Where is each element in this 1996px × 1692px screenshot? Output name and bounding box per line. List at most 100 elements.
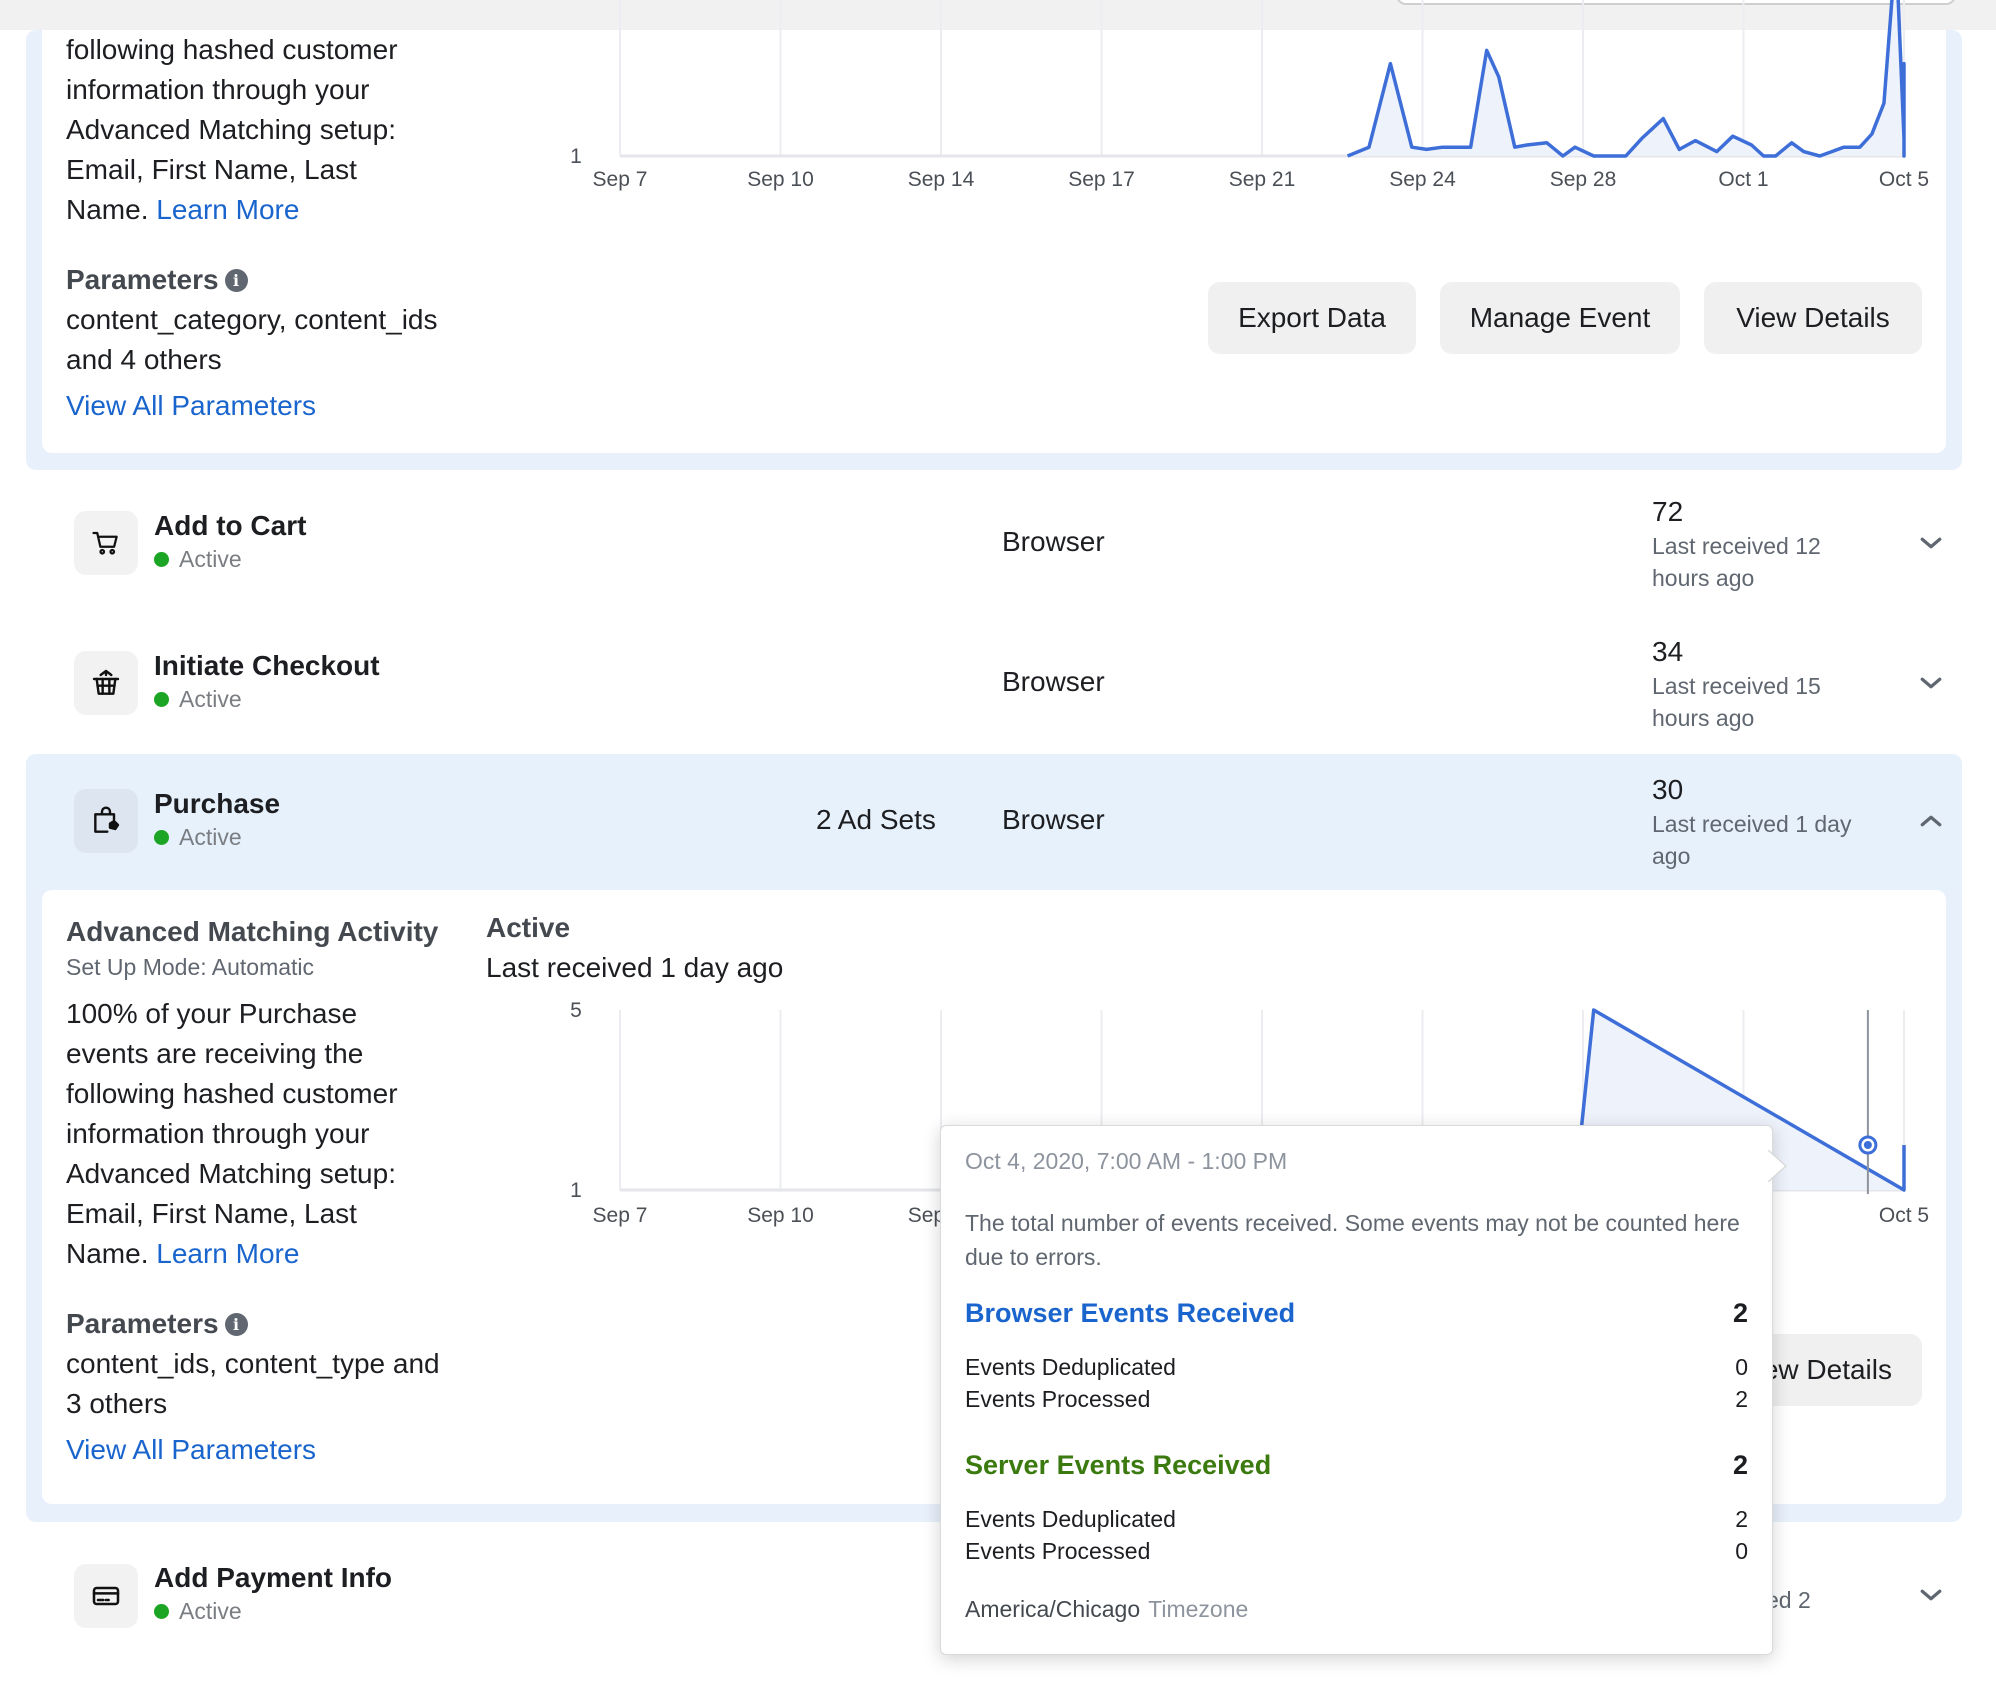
last-received-line: Last received 12 [1652, 533, 1821, 559]
hover-point [1863, 1141, 1872, 1149]
x-tick-label: Sep 10 [747, 1204, 814, 1227]
shopping-cart-icon [74, 511, 138, 575]
parameters-text: content_ids, content_type and [66, 1348, 440, 1379]
status-label: Active [179, 1598, 242, 1624]
x-tick-label: Sep 14 [908, 168, 975, 191]
browser-deduplicated-value: 0 [1735, 1354, 1748, 1380]
view-all-parameters-link[interactable]: View All Parameters [66, 386, 466, 426]
am-line: Email, First Name, Last [66, 1198, 357, 1229]
view-details-button[interactable]: View Details [1704, 282, 1922, 354]
status-label: Active [179, 824, 242, 850]
am-line: Advanced Matching setup: [66, 1158, 396, 1189]
server-events-title: Server Events Received [965, 1450, 1272, 1480]
last-received: Last received 15 hours ago [1652, 670, 1872, 734]
event-row-initiate-checkout[interactable]: Initiate Checkout Active Browser 34 Last… [26, 618, 1962, 758]
event-name: Add to Cart [154, 510, 307, 541]
chart-tooltip: Oct 4, 2020, 7:00 AM - 1:00 PM The total… [940, 1125, 1773, 1655]
am-line: information through your [66, 74, 370, 105]
event-status: Active [154, 686, 242, 713]
status-label: Active [179, 546, 242, 572]
parameters-text: 3 others [66, 1388, 168, 1419]
event-details-panel: following hashed customer information th… [42, 0, 1946, 453]
y-tick-label: 1 [570, 1179, 582, 1202]
x-tick-label: Sep 10 [747, 168, 814, 191]
status-label: Active [179, 686, 242, 712]
series-line [1346, 0, 1906, 158]
events-chart-top[interactable]: Sep 7 Sep 10 Sep 14 Sep 17 Sep 21 Sep 24 Sep 2… [532, 0, 1962, 210]
y-tick-label: 1 [570, 145, 582, 168]
x-tick-label: Sep 21 [1229, 168, 1296, 191]
event-name: Initiate Checkout [154, 650, 380, 681]
timezone-label: Timezone [1148, 1596, 1249, 1622]
last-received-line: Last received 15 [1652, 673, 1821, 699]
tooltip-arrow [1768, 1150, 1788, 1182]
event-source: Browser [1002, 526, 1105, 557]
browser-processed-label: Events Processed [965, 1386, 1151, 1412]
last-received-line: Last received 1 day [1652, 811, 1852, 837]
status-dot-active [154, 552, 169, 567]
export-data-button[interactable]: Export Data [1208, 282, 1416, 354]
event-source: Browser [1002, 666, 1105, 697]
chevron-down-icon[interactable] [1916, 528, 1946, 558]
x-tick-label: Sep 17 [1068, 168, 1135, 191]
last-received: ed 2 [1766, 1587, 1811, 1613]
event-count: 72 [1652, 496, 1684, 527]
am-heading: Advanced Matching Activity [66, 916, 439, 947]
chevron-up-icon[interactable] [1916, 806, 1946, 836]
event-row-purchase[interactable]: Purchase Active 2 Ad Sets Browser 30 Las… [26, 754, 1962, 890]
event-name: Purchase [154, 788, 281, 819]
chevron-down-icon[interactable] [1916, 668, 1946, 698]
manage-event-button[interactable]: Manage Event [1440, 282, 1680, 354]
am-line: Name. [66, 194, 149, 225]
status-dot-active [154, 692, 169, 707]
server-processed-value: 0 [1735, 1538, 1748, 1564]
y-tick-label: 5 [570, 999, 582, 1022]
last-received: Last received 12 hours ago [1652, 530, 1872, 594]
browser-processed-value: 2 [1735, 1386, 1748, 1412]
parameters-text: and 4 others [66, 344, 222, 375]
server-processed-label: Events Processed [965, 1538, 1151, 1564]
advanced-matching-section: Advanced Matching Activity Set Up Mode: … [66, 912, 466, 1470]
x-tick-label: Oct 1 [1718, 168, 1768, 191]
event-status: Active [154, 1598, 242, 1625]
learn-more-link[interactable]: Learn More [156, 1238, 299, 1269]
event-count: 34 [1652, 636, 1684, 667]
info-icon[interactable]: i [224, 269, 248, 292]
server-deduplicated-label: Events Deduplicated [965, 1506, 1176, 1532]
parameters-heading: Parameters [66, 264, 219, 295]
chart-status-heading: Active [486, 912, 571, 943]
x-tick-label: Sep 7 [593, 168, 648, 191]
last-received-line: hours ago [1652, 565, 1755, 591]
x-tick-label: Sep 7 [593, 1204, 648, 1227]
view-all-parameters-link[interactable]: View All Parameters [66, 1430, 466, 1470]
event-name: Add Payment Info [154, 1562, 393, 1593]
server-deduplicated-value: 2 [1735, 1506, 1748, 1532]
chart-last-received: Last received 1 day ago [486, 952, 784, 983]
am-line: Name. [66, 1238, 149, 1269]
parameters-text: content_category, content_ids [66, 304, 438, 335]
ad-sets-count[interactable]: 2 Ad Sets [816, 804, 936, 836]
am-line: following hashed customer [66, 34, 398, 65]
setup-mode: Set Up Mode: Automatic [66, 954, 315, 980]
tooltip-date-range: Oct 4, 2020, 7:00 AM - 1:00 PM [965, 1148, 1288, 1174]
chevron-down-icon[interactable] [1916, 1580, 1946, 1610]
expanded-event-card-top: following hashed customer information th… [26, 0, 1962, 470]
advanced-matching-description: following hashed customer information th… [66, 30, 466, 426]
event-status: Active [154, 824, 242, 851]
server-events-total: 2 [1732, 1450, 1748, 1480]
last-received: Last received 1 day ago [1652, 808, 1872, 872]
event-count: 30 [1652, 774, 1684, 805]
credit-card-icon [74, 1564, 138, 1628]
basket-icon [74, 651, 138, 715]
learn-more-link[interactable]: Learn More [156, 194, 299, 225]
tooltip-description: The total number of events received. Som… [965, 1210, 1740, 1270]
timezone-value: America/Chicago [965, 1596, 1141, 1622]
am-line: following hashed customer [66, 1078, 398, 1109]
last-received-line: hours ago [1652, 705, 1755, 731]
info-icon[interactable]: i [224, 1313, 248, 1336]
x-tick-label: Oct 5 [1879, 168, 1929, 191]
browser-events-title: Browser Events Received [965, 1298, 1296, 1328]
browser-deduplicated-label: Events Deduplicated [965, 1354, 1176, 1380]
event-row-add-to-cart[interactable]: Add to Cart Active Browser 72 Last recei… [26, 478, 1962, 618]
x-tick-label: Oct 5 [1879, 1204, 1929, 1227]
